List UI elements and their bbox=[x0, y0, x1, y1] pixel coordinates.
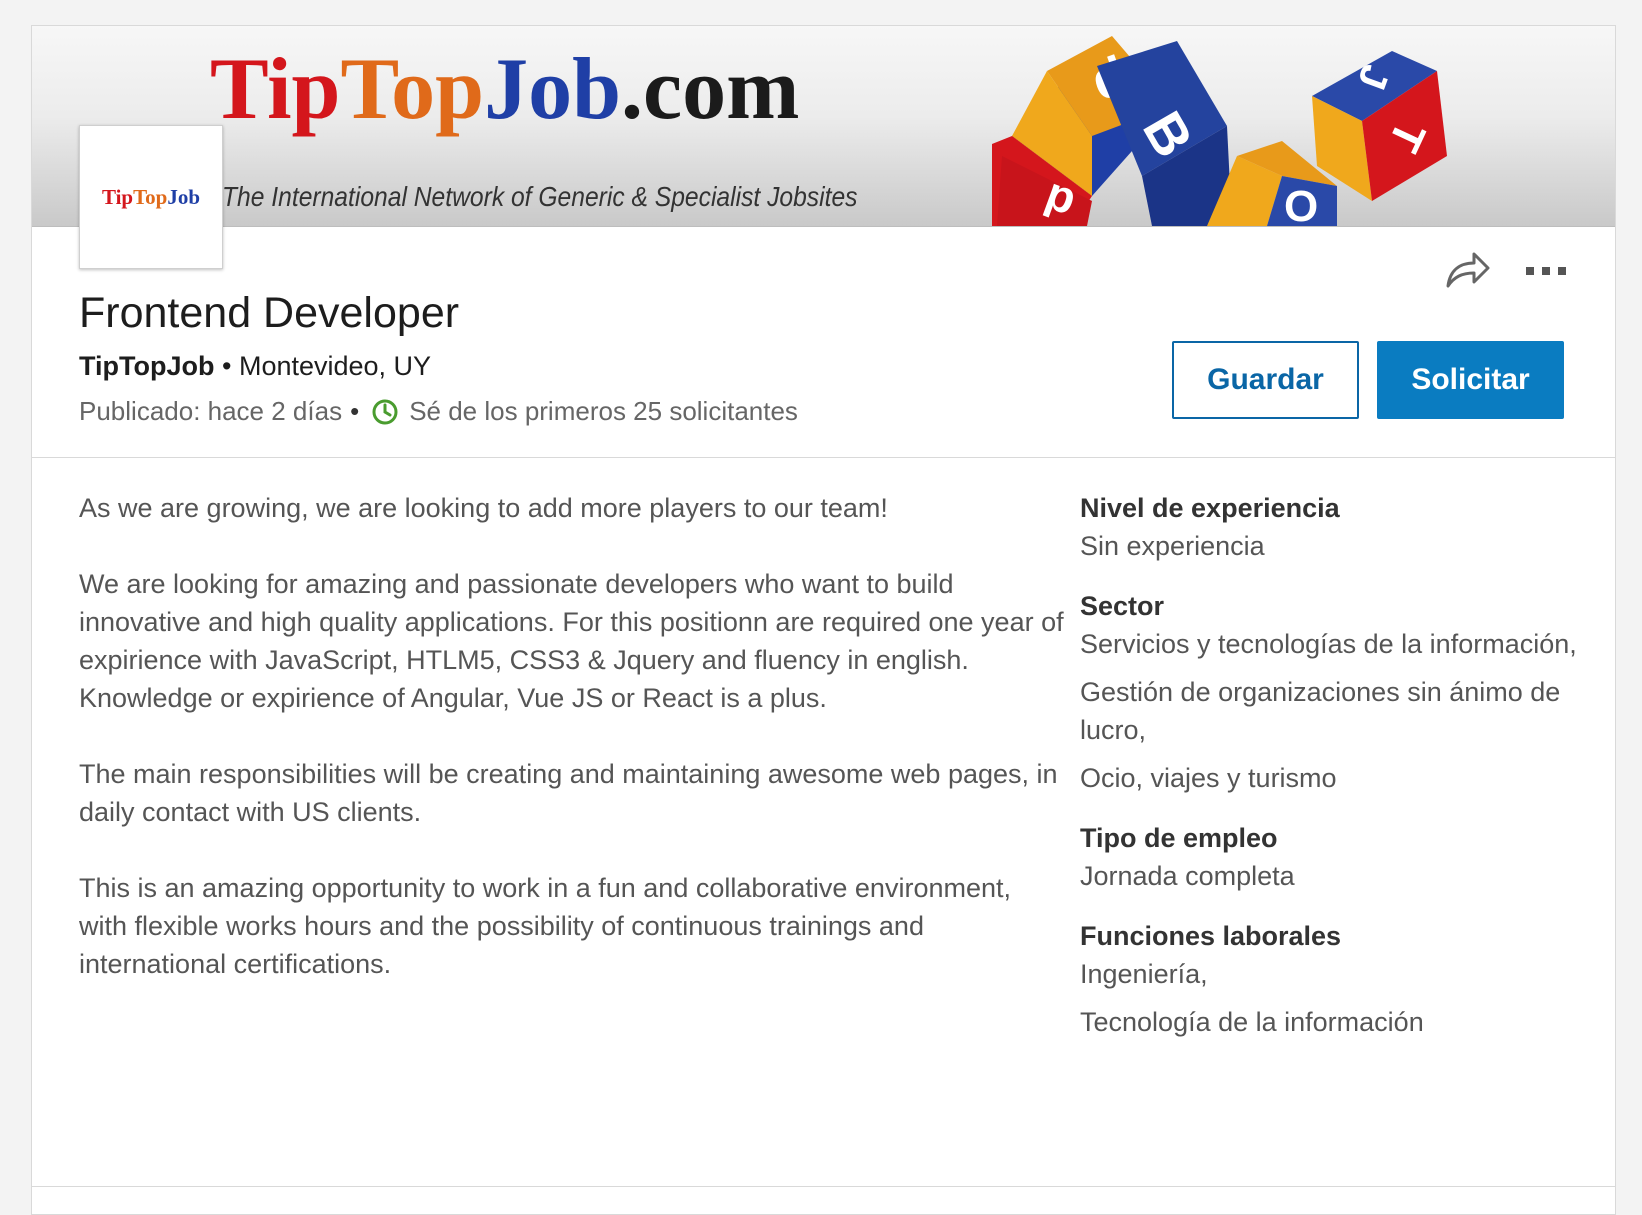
description-paragraph: As we are growing, we are looking to add… bbox=[79, 493, 888, 523]
criteria-value: Sin experiencia bbox=[1080, 531, 1265, 561]
criteria-label: Tipo de empleo bbox=[1080, 823, 1278, 853]
clock-icon bbox=[372, 399, 398, 424]
criteria-label: Funciones laborales bbox=[1080, 921, 1342, 951]
applicant-count: Sé de los primeros 25 solicitantes bbox=[409, 396, 798, 426]
criteria-value: Ingeniería, bbox=[1080, 959, 1208, 989]
criteria-value: Ocio, viajes y turismo bbox=[1080, 763, 1337, 793]
footer-divider bbox=[32, 1186, 1615, 1187]
company-name-link[interactable]: TipTopJob bbox=[79, 351, 214, 381]
criteria-job-functions: Funciones laborales Ingeniería, Tecnolog… bbox=[1080, 917, 1580, 1041]
criteria-employment-type: Tipo de empleo Jornada completa bbox=[1080, 819, 1580, 895]
job-title: Frontend Developer bbox=[79, 289, 460, 337]
apply-button[interactable]: Solicitar bbox=[1377, 341, 1564, 419]
brand-wordmark: TipTopJob.com bbox=[210, 41, 800, 138]
save-button[interactable]: Guardar bbox=[1172, 341, 1359, 419]
company-logo[interactable]: TipTopJob bbox=[79, 125, 223, 269]
description-paragraph: This is an amazing opportunity to work i… bbox=[79, 873, 1012, 979]
company-logo-text: TipTopJob bbox=[101, 184, 201, 209]
separator-dot: • bbox=[222, 351, 232, 381]
svg-text:O: O bbox=[1284, 182, 1318, 226]
brand-tagline: The International Network of Generic & S… bbox=[222, 181, 858, 212]
job-description: As we are growing, we are looking to add… bbox=[79, 489, 1064, 1021]
description-paragraph: The main responsibilities will be creati… bbox=[79, 759, 1058, 827]
share-arrow-icon[interactable] bbox=[1442, 248, 1492, 290]
posted-date: Publicado: hace 2 días bbox=[79, 396, 343, 426]
company-location-line: TipTopJob • Montevideo, UY bbox=[79, 351, 431, 382]
job-location: Montevideo, UY bbox=[238, 351, 432, 381]
job-criteria: Nivel de experiencia Sin experiencia Sec… bbox=[1080, 489, 1580, 1063]
criteria-label: Nivel de experiencia bbox=[1080, 493, 1340, 523]
more-horizontal-icon[interactable] bbox=[1524, 264, 1568, 278]
cube-j-t: J T bbox=[1312, 51, 1447, 201]
criteria-seniority: Nivel de experiencia Sin experiencia bbox=[1080, 489, 1580, 565]
criteria-value: Gestión de organizaciones sin ánimo de l… bbox=[1080, 677, 1561, 745]
job-card: TipTopJob.com The International Network … bbox=[31, 25, 1616, 1215]
header-divider bbox=[32, 457, 1615, 458]
criteria-label: Sector bbox=[1080, 591, 1165, 621]
separator-dot: • bbox=[350, 396, 360, 426]
criteria-value: Tecnología de la información bbox=[1080, 1007, 1424, 1037]
description-paragraph: We are looking for amazing and passionat… bbox=[79, 569, 1064, 713]
posting-meta-line: Publicado: hace 2 días • Sé de los prime… bbox=[79, 396, 798, 427]
company-banner: TipTopJob.com The International Network … bbox=[32, 26, 1615, 227]
letter-cubes-illustration: d B d J T bbox=[992, 36, 1447, 226]
criteria-value: Servicios y tecnologías de la informació… bbox=[1080, 629, 1577, 659]
criteria-value: Jornada completa bbox=[1080, 861, 1295, 891]
criteria-sector: Sector Servicios y tecnologías de la inf… bbox=[1080, 587, 1580, 797]
